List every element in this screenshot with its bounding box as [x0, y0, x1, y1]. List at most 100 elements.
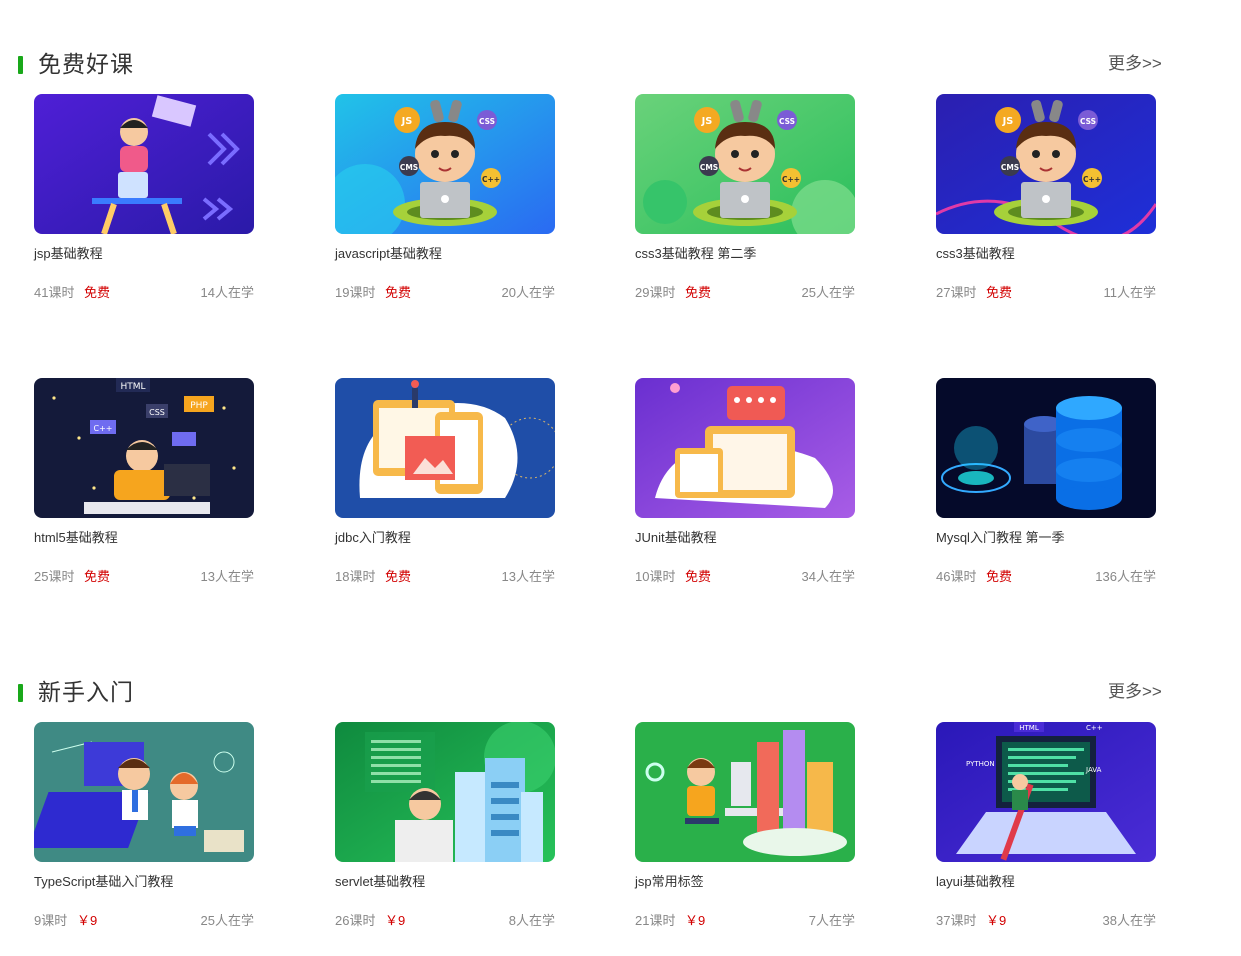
course-card[interactable]: jsp基础教程 41课时 免费 14人在学	[34, 94, 254, 314]
course-students: 34人在学	[801, 569, 855, 584]
course-card[interactable]: jsp常用标签 21课时 ￥9 7人在学	[635, 722, 855, 942]
course-students: 8人在学	[508, 913, 555, 928]
course-title[interactable]: servlet基础教程	[335, 872, 565, 892]
course-card[interactable]: jdbc入门教程 18课时 免费 13人在学	[335, 378, 555, 598]
course-title[interactable]: javascript基础教程	[335, 244, 565, 264]
course-students: 14人在学	[200, 285, 254, 300]
course-card[interactable]: JS CSS CMS C++ css3基础教程 27课时 免费 11人在学	[936, 94, 1156, 314]
course-title[interactable]: html5基础教程	[34, 528, 264, 548]
course-thumbnail[interactable]	[335, 722, 555, 862]
course-price: 免费	[986, 285, 1013, 300]
course-card[interactable]: JS CSS CMS C++ javascript基础教程 19课时 免费 20人在…	[335, 94, 555, 314]
course-title[interactable]: TypeScript基础入门教程	[34, 872, 264, 892]
course-students: 25人在学	[200, 913, 254, 928]
course-title[interactable]: jdbc入门教程	[335, 528, 565, 548]
svg-text:CSS: CSS	[779, 117, 795, 126]
svg-text:C++: C++	[782, 175, 800, 184]
course-thumbnail[interactable]	[335, 378, 555, 518]
course-card[interactable]: TypeScript基础入门教程 9课时 ￥9 25人在学	[34, 722, 254, 942]
course-meta: 18课时 免费 13人在学	[335, 567, 555, 587]
course-students: 13人在学	[200, 569, 254, 584]
svg-text:C++: C++	[1086, 724, 1103, 732]
course-thumbnail[interactable]	[635, 378, 855, 518]
svg-text:JS: JS	[1002, 116, 1014, 127]
course-title[interactable]: jsp常用标签	[635, 872, 865, 892]
section-header: 免费好课 更多>>	[0, 48, 1241, 88]
course-meta: 46课时 免费 136人在学	[936, 567, 1156, 587]
more-link[interactable]: 更多>>	[1108, 679, 1162, 705]
course-thumbnail[interactable]	[34, 94, 254, 234]
course-lessons: 10课时	[635, 569, 676, 584]
course-lessons: 27课时	[936, 285, 977, 300]
course-thumbnail[interactable]	[635, 722, 855, 862]
course-title[interactable]: jsp基础教程	[34, 244, 264, 264]
section-header: 新手入门 更多>>	[0, 676, 1241, 716]
svg-text:CSS: CSS	[1080, 117, 1096, 126]
course-thumbnail[interactable]: HTML PHP CSS C++	[34, 378, 254, 518]
svg-text:C++: C++	[1083, 175, 1101, 184]
svg-text:CMS: CMS	[1001, 163, 1019, 172]
course-lessons: 37课时	[936, 913, 977, 928]
section-title: 新手入门	[38, 679, 134, 705]
course-card[interactable]: JS CSS CMS C++ css3基础教程 第二季 29课时 免费 25人在学	[635, 94, 855, 314]
course-lessons: 9课时	[34, 913, 68, 928]
svg-text:HTML: HTML	[120, 382, 145, 392]
course-thumbnail[interactable]: JS CSS CMS C++	[936, 94, 1156, 234]
course-card[interactable]: HTML C++ PYTHON JAVA layui基础教程 37课时 ￥9 3…	[936, 722, 1156, 942]
svg-text:HTML: HTML	[1019, 724, 1039, 732]
course-price: 免费	[385, 285, 412, 300]
course-price: 免费	[986, 569, 1013, 584]
svg-text:PYTHON: PYTHON	[966, 760, 995, 768]
course-card[interactable]: Mysql入门教程 第一季 46课时 免费 136人在学	[936, 378, 1156, 598]
course-thumbnail[interactable]: JS CSS CMS C++	[335, 94, 555, 234]
course-students: 11人在学	[1103, 285, 1157, 300]
course-meta: 19课时 免费 20人在学	[335, 283, 555, 303]
svg-text:PHP: PHP	[190, 401, 208, 411]
course-lessons: 41课时	[34, 285, 75, 300]
course-thumbnail[interactable]: JS CSS CMS C++	[635, 94, 855, 234]
course-thumbnail[interactable]	[34, 722, 254, 862]
course-meta: 9课时 ￥9 25人在学	[34, 911, 254, 931]
course-price: 免费	[84, 569, 111, 584]
course-price: ￥9	[77, 913, 98, 928]
course-meta: 25课时 免费 13人在学	[34, 567, 254, 587]
course-title[interactable]: Mysql入门教程 第一季	[936, 528, 1166, 548]
course-students: 7人在学	[808, 913, 855, 928]
course-students: 25人在学	[801, 285, 855, 300]
course-price: ￥9	[986, 913, 1007, 928]
course-lessons: 26课时	[335, 913, 376, 928]
course-card[interactable]: HTML PHP CSS C++ html5基础教程 25课时 免费 13人在学	[34, 378, 254, 598]
course-students: 13人在学	[501, 569, 555, 584]
course-lessons: 46课时	[936, 569, 977, 584]
svg-text:CMS: CMS	[400, 163, 418, 172]
svg-text:CMS: CMS	[700, 163, 718, 172]
course-meta: 29课时 免费 25人在学	[635, 283, 855, 303]
course-title[interactable]: JUnit基础教程	[635, 528, 865, 548]
section-accent-bar	[18, 56, 23, 74]
svg-text:C++: C++	[482, 175, 500, 184]
svg-text:JAVA: JAVA	[1085, 766, 1102, 774]
course-title[interactable]: layui基础教程	[936, 872, 1166, 892]
svg-text:CSS: CSS	[149, 408, 165, 417]
course-thumbnail[interactable]	[936, 378, 1156, 518]
course-card[interactable]: JUnit基础教程 10课时 免费 34人在学	[635, 378, 855, 598]
svg-text:JS: JS	[401, 116, 413, 127]
course-price: ￥9	[685, 913, 706, 928]
course-title[interactable]: css3基础教程	[936, 244, 1166, 264]
course-title[interactable]: css3基础教程 第二季	[635, 244, 865, 264]
course-meta: 27课时 免费 11人在学	[936, 283, 1156, 303]
course-students: 38人在学	[1102, 913, 1156, 928]
course-card[interactable]: servlet基础教程 26课时 ￥9 8人在学	[335, 722, 555, 942]
course-meta: 10课时 免费 34人在学	[635, 567, 855, 587]
course-lessons: 29课时	[635, 285, 676, 300]
svg-text:CSS: CSS	[479, 117, 495, 126]
course-meta: 37课时 ￥9 38人在学	[936, 911, 1156, 931]
course-students: 136人在学	[1095, 569, 1156, 584]
course-thumbnail[interactable]: HTML C++ PYTHON JAVA	[936, 722, 1156, 862]
course-students: 20人在学	[501, 285, 555, 300]
svg-text:C++: C++	[94, 424, 113, 433]
more-link[interactable]: 更多>>	[1108, 51, 1162, 77]
course-price: 免费	[685, 285, 712, 300]
course-meta: 41课时 免费 14人在学	[34, 283, 254, 303]
course-price: 免费	[84, 285, 111, 300]
